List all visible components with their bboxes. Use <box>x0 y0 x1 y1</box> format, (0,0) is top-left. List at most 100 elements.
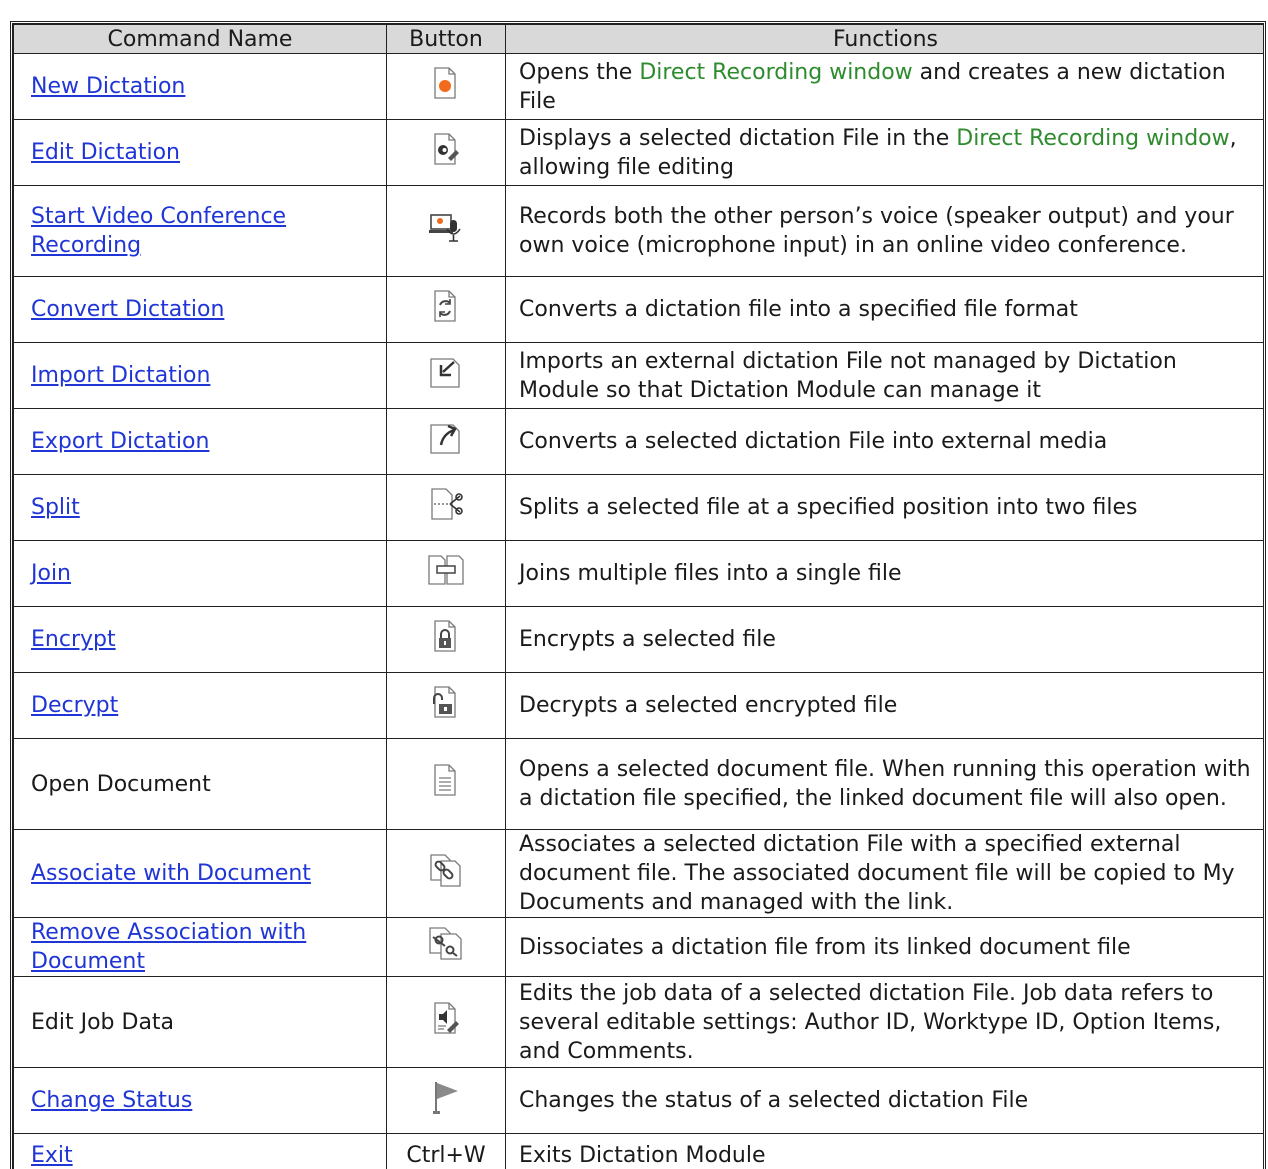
command-name-cell: Change Status <box>13 1067 387 1134</box>
function-text: Converts a dictation file into a specifi… <box>519 297 1078 322</box>
button-cell <box>386 474 506 541</box>
associate-link-icon[interactable] <box>428 852 464 896</box>
function-description: Splits a selected file at a specified po… <box>505 474 1263 541</box>
decrypt-unlock-icon[interactable] <box>428 684 464 728</box>
table-row: Encrypt Encrypts a selected file <box>13 606 1263 673</box>
command-name-cell: Remove Association with Document <box>13 917 387 977</box>
function-text: Edits the job data of a selected dictati… <box>519 980 1222 1064</box>
table-row: Open Document Opens a selected document f… <box>13 738 1263 830</box>
function-description: Exits Dictation Module <box>505 1133 1263 1169</box>
table-row: Edit Dictation Displays a selected dictat… <box>13 119 1263 186</box>
change-status-flag-icon[interactable] <box>428 1079 464 1123</box>
direct-recording-window-link[interactable]: Direct Recording window <box>639 60 912 85</box>
function-text: Imports an external dictation File not m… <box>519 348 1177 403</box>
table-row: Change Status Changes the status of a sel… <box>13 1067 1263 1134</box>
button-cell <box>386 672 506 739</box>
command-name-cell: Import Dictation <box>13 342 387 409</box>
function-text: Records both the other person’s voice (s… <box>519 204 1234 258</box>
function-description: Decrypts a selected encrypted file <box>505 672 1263 739</box>
button-cell <box>386 342 506 409</box>
command-name-cell: Exit <box>13 1133 387 1169</box>
table-header-row: Command Name Button Functions <box>13 24 1263 54</box>
command-link[interactable]: Encrypt <box>31 627 116 652</box>
button-cell <box>386 53 506 120</box>
function-text: Splits a selected file at a specified po… <box>519 495 1138 520</box>
export-dictation-icon[interactable] <box>428 420 464 464</box>
table-row: Decrypt Decrypts a selected encrypted fil… <box>13 672 1263 739</box>
function-description: Joins multiple files into a single file <box>505 540 1263 607</box>
header-command-name: Command Name <box>13 24 387 54</box>
button-cell <box>386 408 506 475</box>
button-cell <box>386 917 506 977</box>
function-description: Dissociates a dictation file from its li… <box>505 917 1263 977</box>
function-description: Associates a selected dictation File wit… <box>505 829 1263 918</box>
function-text: Joins multiple files into a single file <box>519 561 902 586</box>
function-text: Decrypts a selected encrypted file <box>519 693 898 718</box>
function-description: Converts a dictation file into a specifi… <box>505 276 1263 343</box>
command-link[interactable]: Associate with Document <box>31 861 311 886</box>
command-link[interactable]: Join <box>31 561 71 586</box>
function-text: Associates a selected dictation File wit… <box>519 832 1235 915</box>
command-link[interactable]: New Dictation <box>31 74 185 99</box>
import-dictation-icon[interactable] <box>428 354 464 398</box>
table-row: Split Splits a selected file at a specifi… <box>13 474 1263 541</box>
command-name-cell: Start Video Conference Recording <box>13 185 387 277</box>
command-link[interactable]: Edit Dictation <box>31 140 180 165</box>
direct-recording-window-link[interactable]: Direct Recording window <box>956 126 1229 151</box>
function-text: Opens the <box>519 59 640 85</box>
edit-job-data-icon[interactable] <box>428 1000 464 1044</box>
header-button: Button <box>386 24 506 54</box>
edit-dictation-icon[interactable] <box>428 131 464 175</box>
command-name: Edit Job Data <box>31 1009 175 1035</box>
command-name-cell: Decrypt <box>13 672 387 739</box>
button-cell <box>386 540 506 607</box>
command-link[interactable]: Export Dictation <box>31 429 209 454</box>
join-files-icon[interactable] <box>428 552 464 596</box>
button-cell: Ctrl+W <box>386 1133 506 1169</box>
function-description: Encrypts a selected file <box>505 606 1263 673</box>
new-dictation-icon[interactable] <box>428 65 464 109</box>
command-name-cell: New Dictation <box>13 53 387 120</box>
command-name-cell: Associate with Document <box>13 829 387 918</box>
video-conference-recording-icon[interactable] <box>428 209 464 253</box>
button-cell <box>386 738 506 830</box>
table-row: Exit Ctrl+W Exits Dictation Module <box>13 1133 1263 1169</box>
encrypt-lock-icon[interactable] <box>428 618 464 662</box>
button-cell <box>386 1067 506 1134</box>
remove-association-icon[interactable] <box>428 925 464 969</box>
command-link[interactable]: Change Status <box>31 1088 192 1113</box>
button-cell <box>386 276 506 343</box>
button-cell <box>386 119 506 186</box>
button-cell <box>386 606 506 673</box>
command-link[interactable]: Start Video Conference Recording <box>31 202 321 260</box>
function-description: Imports an external dictation File not m… <box>505 342 1263 409</box>
command-link[interactable]: Split <box>31 495 80 520</box>
table-row: Remove Association with Document Dissocia… <box>13 917 1263 977</box>
table-row: Start Video Conference Recording Records … <box>13 185 1263 277</box>
keyboard-shortcut: Ctrl+W <box>406 1143 486 1168</box>
command-link[interactable]: Exit <box>31 1143 73 1168</box>
command-name-cell: Join <box>13 540 387 607</box>
command-link[interactable]: Remove Association with Document <box>31 918 351 976</box>
convert-dictation-icon[interactable] <box>428 288 464 332</box>
function-description: Displays a selected dictation File in th… <box>505 119 1263 186</box>
function-text: Opens a selected document file. When run… <box>519 757 1251 811</box>
command-name-cell: Export Dictation <box>13 408 387 475</box>
function-description: Changes the status of a selected dictati… <box>505 1067 1263 1134</box>
table-row: New Dictation Opens the Direct Recording … <box>13 53 1263 120</box>
open-document-icon[interactable] <box>428 762 464 806</box>
command-name-cell: Encrypt <box>13 606 387 673</box>
button-cell <box>386 976 506 1068</box>
split-scissors-icon[interactable] <box>428 486 464 530</box>
command-link[interactable]: Convert Dictation <box>31 297 224 322</box>
command-name-cell: Edit Dictation <box>13 119 387 186</box>
function-text: Exits Dictation Module <box>519 1143 766 1168</box>
table-row: Edit Job Data Edits the job data of a sel… <box>13 976 1263 1068</box>
command-link[interactable]: Decrypt <box>31 693 118 718</box>
command-name-cell: Edit Job Data <box>13 976 387 1068</box>
commands-table: Command Name Button Functions New Dictat… <box>13 24 1263 1169</box>
function-description: Converts a selected dictation File into … <box>505 408 1263 475</box>
command-link[interactable]: Import Dictation <box>31 363 210 388</box>
command-name-cell: Convert Dictation <box>13 276 387 343</box>
function-text: Converts a selected dictation File into … <box>519 429 1108 454</box>
